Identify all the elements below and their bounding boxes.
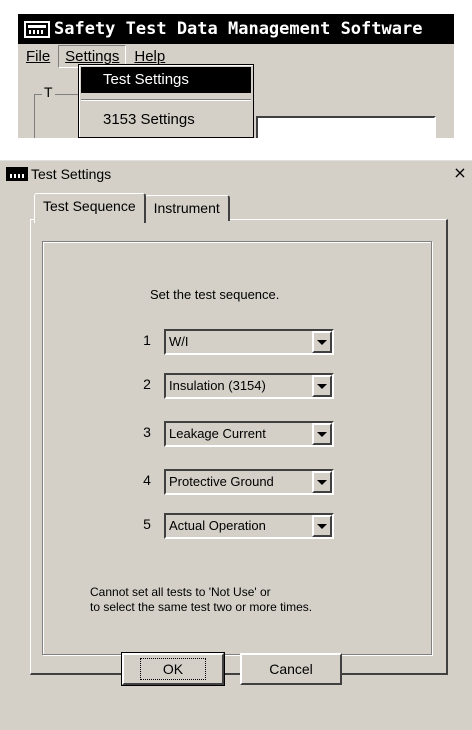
sequence-number: 2	[143, 376, 151, 392]
combo-value: Leakage Current	[169, 426, 266, 441]
ok-button-label: OK	[139, 658, 207, 680]
combo-value: Insulation (3154)	[169, 378, 266, 393]
combo-value: Protective Ground	[169, 474, 274, 489]
dialog-title-bar[interactable]: Test Settings ×	[0, 161, 472, 187]
instrument-icon	[24, 20, 50, 38]
instrument-icon	[6, 167, 28, 181]
menu-separator	[81, 99, 251, 101]
menu-item-3153-settings[interactable]: 3153 Settings	[81, 107, 251, 133]
menu-item-3153-settings-label: 3153 Settings	[103, 111, 195, 128]
instruction-text: Set the test sequence.	[150, 287, 280, 302]
combo-value: Actual Operation	[169, 518, 266, 533]
chevron-down-icon[interactable]	[312, 423, 332, 445]
chevron-down-icon[interactable]	[312, 331, 332, 353]
validation-note: Cannot set all tests to 'Not Use' or to …	[90, 585, 312, 615]
sequence-number: 1	[143, 332, 151, 348]
note-line: Cannot set all tests to 'Not Use' or	[90, 585, 271, 599]
group-box-label: T	[42, 84, 55, 100]
ok-button[interactable]: OK	[121, 652, 225, 686]
menu-item-test-settings-label: Test Settings	[103, 71, 189, 88]
sequence-select-2[interactable]: Insulation (3154)	[164, 373, 334, 399]
close-icon[interactable]: ×	[450, 164, 470, 184]
settings-dropdown-menu: Test Settings 3153 Settings	[78, 64, 254, 138]
sequence-select-3[interactable]: Leakage Current	[164, 421, 334, 447]
text-field[interactable]	[256, 116, 436, 138]
dialog-title: Test Settings	[31, 166, 112, 182]
tab-strip: Test Sequence Instrument	[34, 193, 230, 223]
note-line: to select the same test two or more time…	[90, 600, 313, 614]
menu-item-test-settings[interactable]: Test Settings	[81, 67, 251, 93]
sequence-select-1[interactable]: W/I	[164, 329, 334, 355]
menu-file-label: File	[26, 47, 51, 65]
main-app-window: Safety Test Data Management Software Fil…	[18, 14, 454, 138]
menu-file[interactable]: File	[20, 46, 56, 67]
app-title: Safety Test Data Management Software	[54, 19, 423, 39]
sequence-number: 5	[143, 516, 151, 532]
sequence-select-5[interactable]: Actual Operation	[164, 513, 334, 539]
cancel-button-label: Cancel	[269, 661, 313, 677]
combo-value: W/I	[169, 334, 189, 349]
menu-help-label: Help	[134, 47, 166, 65]
chevron-down-icon[interactable]	[312, 515, 332, 537]
app-title-bar[interactable]: Safety Test Data Management Software	[18, 14, 454, 44]
sequence-select-4[interactable]: Protective Ground	[164, 469, 334, 495]
chevron-down-icon[interactable]	[312, 375, 332, 397]
test-settings-dialog: Test Settings × Test Sequence Instrument…	[0, 160, 472, 730]
tab-instrument[interactable]: Instrument	[144, 195, 230, 221]
cancel-button[interactable]: Cancel	[240, 653, 342, 685]
tab-test-sequence[interactable]: Test Sequence	[34, 193, 146, 223]
tab-instrument-label: Instrument	[153, 200, 220, 216]
menu-settings-label: Settings	[65, 47, 120, 65]
sequence-number: 3	[143, 424, 151, 440]
tab-test-sequence-label: Test Sequence	[43, 198, 136, 214]
chevron-down-icon[interactable]	[312, 471, 332, 493]
sequence-number: 4	[143, 472, 151, 488]
